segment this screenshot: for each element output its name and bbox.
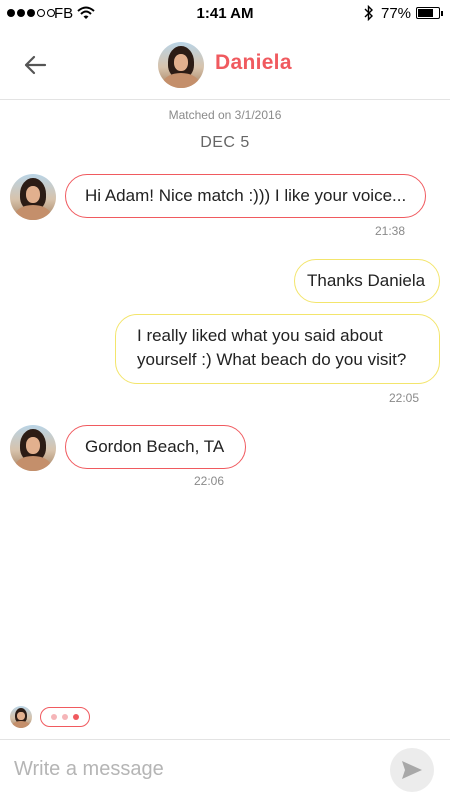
typing-avatar [10, 706, 32, 728]
contact-name[interactable]: Daniela [215, 51, 292, 75]
message-bubble-outgoing[interactable]: Thanks Daniela [294, 259, 440, 303]
arrow-left-icon [24, 55, 47, 75]
typing-dot [73, 714, 79, 720]
back-button[interactable] [18, 48, 52, 82]
message-bubble-incoming[interactable]: Gordon Beach, TA [65, 425, 246, 469]
message-time: 21:38 [375, 224, 406, 238]
message-bubble-incoming[interactable]: Hi Adam! Nice match :))) I like your voi… [65, 174, 426, 218]
battery-tip [441, 11, 443, 16]
message-time: 22:05 [389, 391, 420, 405]
message-composer [0, 739, 450, 800]
send-icon [402, 761, 422, 779]
matched-date: Matched on 3/1/2016 [168, 108, 282, 122]
message-bubble-outgoing[interactable]: I really liked what you said about yours… [115, 314, 440, 384]
chat-header: Daniela [0, 28, 450, 100]
message-time: 22:06 [194, 474, 225, 488]
send-button[interactable] [390, 748, 434, 792]
status-bar: FB 1:41 AM 77% [0, 0, 450, 28]
bluetooth-icon [364, 4, 374, 25]
battery-icon [416, 7, 440, 19]
contact-avatar[interactable] [158, 42, 204, 88]
message-input[interactable] [14, 752, 374, 786]
sender-avatar[interactable] [10, 174, 56, 220]
date-separator: DEC 5 [200, 134, 250, 151]
typing-indicator [40, 707, 90, 727]
typing-dot [51, 714, 57, 720]
battery-percent: 77% [381, 5, 412, 22]
sender-avatar[interactable] [10, 425, 56, 471]
typing-dot [62, 714, 68, 720]
